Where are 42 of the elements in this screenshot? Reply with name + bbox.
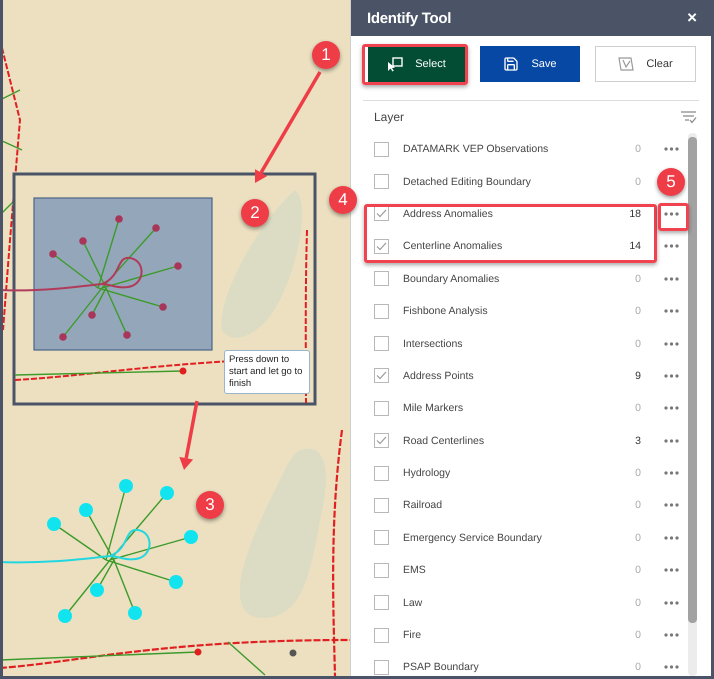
feature-count: 18 — [628, 208, 641, 220]
select-button[interactable]: Select — [368, 46, 465, 82]
layer-name: Road Centerlines — [403, 434, 486, 447]
feature-count: 0 — [634, 143, 641, 156]
feature-count: 0 — [634, 176, 641, 188]
column-header: Layer — [374, 110, 404, 124]
feature-count: 9 — [634, 370, 641, 382]
layer-name: Fire — [403, 629, 422, 642]
feature-count: 14 — [628, 240, 641, 252]
feature-count: 0 — [634, 532, 641, 544]
feature-count: 0 — [634, 564, 641, 576]
layer-name: PSAP Boundary — [403, 661, 480, 674]
layer-name: Mile Markers — [403, 402, 464, 414]
layer-name: EMS — [403, 564, 427, 576]
layer-name: Emergency Service Boundary — [403, 532, 543, 544]
layer-name: DATAMARK VEP Observations — [403, 143, 550, 156]
layer-name: Law — [403, 596, 424, 609]
feature-count: 0 — [634, 467, 641, 480]
feature-count: 0 — [634, 499, 641, 512]
layer-name: Address Points — [403, 370, 475, 382]
layer-name: Boundary Anomalies — [403, 272, 500, 285]
feature-count: 0 — [634, 272, 641, 285]
feature-count: 0 — [634, 338, 641, 350]
feature-count: 0 — [634, 596, 641, 609]
feature-count: 0 — [634, 661, 641, 674]
layer-name: Address Anomalies — [403, 208, 494, 220]
feature-count: 3 — [634, 434, 641, 447]
layer-name: Intersections — [403, 338, 464, 350]
map-tooltip: Press down to start and let go to finish — [224, 350, 310, 394]
callout-number: 5 — [657, 168, 685, 196]
save-button[interactable]: Save — [480, 46, 580, 82]
layer-name: Hydrology — [403, 467, 452, 480]
feature-count: 0 — [634, 629, 641, 642]
layer-name: Centerline Anomalies — [403, 240, 504, 252]
layer-name: Fishbone Analysis — [403, 305, 489, 318]
feature-count: 0 — [634, 305, 641, 318]
layer-name: Railroad — [403, 499, 444, 512]
clear-button[interactable]: Clear — [595, 46, 696, 82]
layer-name: Detached Editing Boundary — [403, 176, 532, 188]
close-button[interactable]: × — [687, 8, 697, 28]
feature-count: 0 — [634, 402, 641, 414]
panel-title: Identify Tool — [367, 10, 452, 26]
